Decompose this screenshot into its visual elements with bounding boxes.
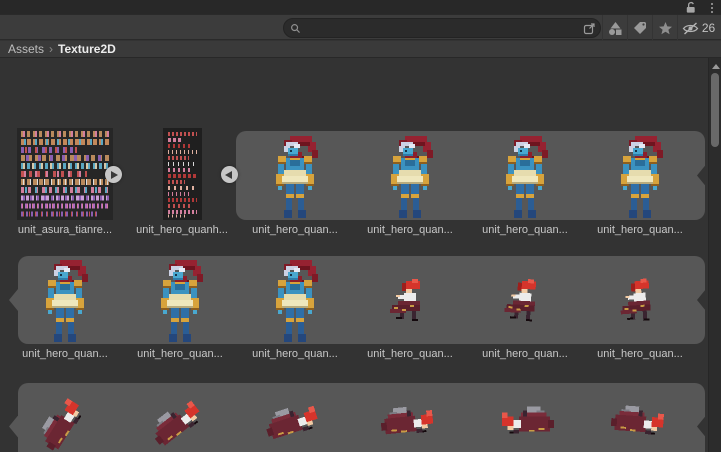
- eye-slash-icon: [682, 21, 699, 35]
- asset-label: unit_hero_quan...: [482, 348, 568, 360]
- asset-item[interactable]: unit_hero_quan...: [240, 128, 350, 237]
- sprite-thumbnail: [151, 260, 209, 344]
- tag-icon: [634, 22, 646, 34]
- asset-label: unit_hero_quan...: [367, 348, 453, 360]
- sprite-thumbnail: [388, 278, 432, 324]
- sprite-thumbnail: [266, 136, 324, 220]
- favorites-button[interactable]: [652, 15, 677, 41]
- strip-continues-notch: [697, 289, 706, 311]
- asset-item[interactable]: unit_asura_tianre...: [10, 128, 120, 237]
- search-icon: [291, 23, 300, 33]
- hidden-count-value: 26: [701, 21, 716, 35]
- asset-label: unit_hero_quan...: [252, 348, 338, 360]
- asset-item[interactable]: unit_hero_quan...: [355, 256, 465, 361]
- asset-label: unit_hero_quan...: [137, 348, 223, 360]
- asset-label: unit_hero_quan...: [252, 224, 338, 236]
- asset-item[interactable]: unit_hero_quan...: [470, 128, 580, 237]
- asset-item[interactable]: unit_hero_quan...: [125, 256, 235, 361]
- sprite-thumbnail: [36, 260, 94, 344]
- sprite-thumbnail: [496, 136, 554, 220]
- breadcrumb-separator-icon: ›: [49, 42, 54, 56]
- asset-label: unit_hero_quanh...: [136, 224, 228, 236]
- search-by-label-button[interactable]: [627, 15, 652, 41]
- assets-grid: unit_asura_tianre... unit_hero_quanh... …: [0, 58, 721, 452]
- sprite-thumbnail: [145, 390, 215, 452]
- asset-item[interactable]: unit_hero_quan...: [10, 256, 120, 361]
- project-toolbar: 26: [0, 14, 721, 41]
- strip-continues-notch: [697, 164, 706, 187]
- asset-item[interactable]: unit_hero_quanh...: [127, 128, 237, 237]
- unity-project-browser-window: 26 Assets › Texture2D unit_asura_tianre.…: [0, 0, 721, 452]
- play-left-icon: [225, 170, 232, 179]
- hidden-count-toggle[interactable]: 26: [677, 15, 719, 41]
- breadcrumb-current[interactable]: Texture2D: [58, 42, 116, 56]
- window-titlebar: [0, 0, 721, 14]
- asset-label: unit_hero_quan...: [482, 224, 568, 236]
- asset-label: unit_hero_quan...: [22, 348, 108, 360]
- asset-item[interactable]: unit_hero_quan...: [585, 383, 695, 452]
- asset-item[interactable]: unit_hero_quan...: [470, 256, 580, 361]
- play-right-icon: [111, 170, 118, 179]
- shapes-icon: [608, 21, 621, 35]
- sprite-thumbnail: [611, 136, 669, 220]
- toolbar-icon-group: 26: [602, 15, 719, 41]
- texture-thumbnail: [163, 128, 202, 220]
- asset-item[interactable]: unit_hero_quan...: [585, 128, 695, 237]
- asset-item[interactable]: unit_hero_quan...: [355, 128, 465, 237]
- sprite-thumbnail: [496, 404, 554, 444]
- breadcrumb-root[interactable]: Assets: [8, 42, 44, 56]
- sprite-thumbnail: [502, 277, 548, 325]
- asset-item[interactable]: unit_hero_quan...: [240, 383, 350, 452]
- texture-thumbnail: [17, 128, 113, 220]
- asset-label: unit_hero_quan...: [597, 224, 683, 236]
- asset-item[interactable]: unit_hero_quan...: [125, 383, 235, 452]
- expand-subassets-button[interactable]: [105, 166, 122, 183]
- search-jump-icon[interactable]: [583, 22, 596, 35]
- asset-label: unit_asura_tianre...: [17, 224, 113, 236]
- asset-label: unit_hero_quan...: [367, 224, 453, 236]
- scrollbar-up-arrow-icon[interactable]: [712, 64, 720, 69]
- strip-continues-notch: [697, 415, 706, 438]
- collapse-subassets-button[interactable]: [221, 166, 238, 183]
- unlock-icon[interactable]: [684, 1, 697, 14]
- search-field[interactable]: [283, 18, 601, 38]
- asset-item[interactable]: unit_hero_quan...: [240, 256, 350, 361]
- breadcrumb: Assets › Texture2D: [0, 41, 721, 58]
- asset-item[interactable]: unit_hero_quan...: [10, 383, 120, 452]
- search-by-type-button[interactable]: [602, 15, 627, 41]
- sprite-thumbnail: [33, 389, 98, 452]
- asset-item[interactable]: unit_hero_quan...: [585, 256, 695, 361]
- sprite-thumbnail: [266, 260, 324, 344]
- sprite-thumbnail: [379, 401, 441, 447]
- sprite-thumbnail: [616, 277, 663, 326]
- asset-label: unit_hero_quan...: [597, 348, 683, 360]
- sprite-thumbnail: [610, 402, 671, 446]
- search-input[interactable]: [301, 20, 583, 36]
- kebab-menu-icon[interactable]: [710, 1, 714, 14]
- sprite-thumbnail: [261, 396, 329, 452]
- sprite-thumbnail: [381, 136, 439, 220]
- scrollbar-thumb[interactable]: [711, 73, 719, 147]
- star-icon: [658, 21, 672, 34]
- asset-item[interactable]: unit_hero_quan...: [355, 383, 465, 452]
- asset-item[interactable]: unit_hero_quan...: [470, 383, 580, 452]
- vertical-scrollbar[interactable]: [708, 58, 721, 452]
